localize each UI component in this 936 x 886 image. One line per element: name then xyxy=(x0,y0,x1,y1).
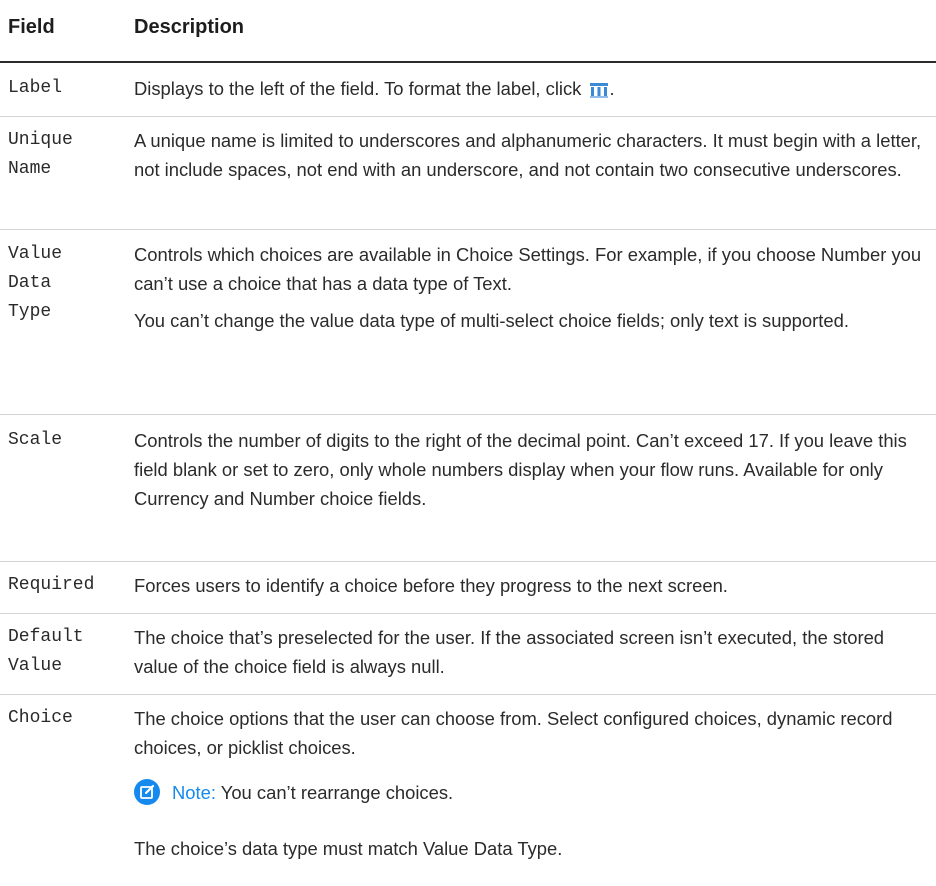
desc-value-data-type: Controls which choices are available in … xyxy=(134,240,930,335)
desc-paragraph: You can’t change the value data type of … xyxy=(134,310,849,331)
desc-default-value: The choice that’s preselected for the us… xyxy=(134,627,885,677)
header-field: Field xyxy=(8,16,55,38)
row-divider xyxy=(0,414,936,415)
row-divider xyxy=(0,229,936,230)
field-choice: Choice xyxy=(8,708,73,728)
field-scale: Scale xyxy=(8,430,63,450)
row-divider xyxy=(0,694,936,695)
table-header: Field Description xyxy=(0,0,936,62)
field-line: Data xyxy=(8,273,52,293)
desc-paragraph: Controls which choices are available in … xyxy=(134,244,922,294)
format-label-icon[interactable] xyxy=(589,78,609,107)
desc-label-text: Displays to the left of the field. To fo… xyxy=(134,78,582,99)
desc-scale: Controls the number of digits to the rig… xyxy=(134,430,907,509)
field-line: Value xyxy=(8,244,63,264)
note-edit-icon xyxy=(134,779,160,805)
desc-choice-data-type: The choice’s data type must match Value … xyxy=(134,838,563,859)
note-callout: Note: You can’t rearrange choices. xyxy=(134,778,453,807)
field-label: Label xyxy=(8,78,63,98)
desc-choice: The choice options that the user can cho… xyxy=(134,708,893,758)
note-label: Note: xyxy=(172,782,216,803)
field-value-data-type: Value Data Type xyxy=(8,240,120,327)
field-line: Value xyxy=(8,656,63,676)
header-rule xyxy=(0,61,936,63)
field-line: Unique xyxy=(8,130,73,150)
desc-label-end: . xyxy=(609,78,615,99)
field-line: Default xyxy=(8,627,84,647)
row-divider xyxy=(0,561,936,562)
desc-label: Displays to the left of the field. To fo… xyxy=(134,74,930,107)
header-description: Description xyxy=(134,16,245,38)
field-line: Type xyxy=(8,302,52,322)
field-unique-name: Unique Name xyxy=(8,126,120,184)
field-default-value: Default Value xyxy=(8,623,120,681)
desc-required: Forces users to identify a choice before… xyxy=(134,575,728,596)
note-text: You can’t rearrange choices. xyxy=(220,782,454,803)
row-divider xyxy=(0,613,936,614)
field-line: Name xyxy=(8,159,52,179)
field-required: Required xyxy=(8,575,95,595)
row-divider xyxy=(0,116,936,117)
desc-unique-name: A unique name is limited to underscores … xyxy=(134,130,922,180)
